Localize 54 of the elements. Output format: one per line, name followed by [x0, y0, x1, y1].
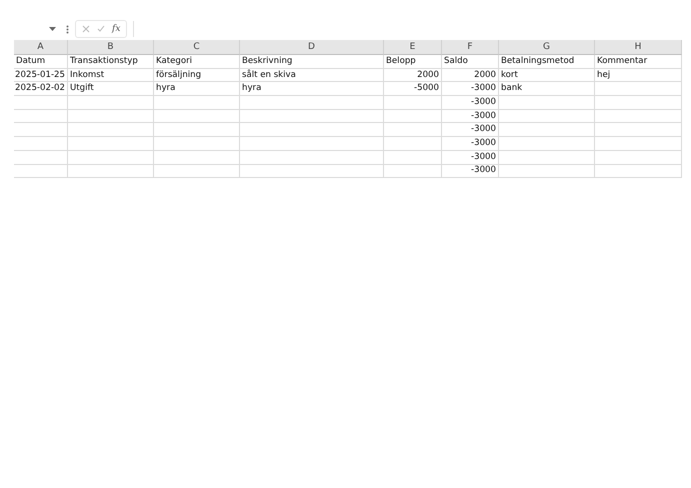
table-cell — [14, 150, 68, 164]
column-header[interactable]: G — [499, 40, 595, 55]
table-cell — [14, 137, 68, 151]
table-cell: -3000 — [442, 110, 499, 124]
table-cell: Transaktionstyp — [68, 55, 154, 69]
table-cell: -3000 — [442, 82, 499, 96]
table-cell: 2000 — [384, 68, 442, 82]
table-cell: -3000 — [442, 164, 499, 178]
insert-function-button[interactable]: fx — [112, 24, 120, 34]
column-header[interactable]: E — [384, 40, 442, 55]
table-cell: 2025-01-25 — [14, 68, 68, 82]
table-cell — [384, 164, 442, 178]
close-icon[interactable] — [82, 25, 90, 33]
table-cell: 2025-02-02 — [14, 82, 68, 96]
table-cell: kort — [499, 68, 595, 82]
table-cell: -5000 — [384, 82, 442, 96]
table-cell: Datum — [14, 55, 68, 69]
table-cell: Inkomst — [68, 68, 154, 82]
table-cell: Beskrivning — [240, 55, 384, 69]
table-cell — [14, 96, 68, 110]
table-cell: -3000 — [442, 150, 499, 164]
table-cell: -3000 — [442, 123, 499, 138]
table-cell: -3000 — [442, 96, 499, 110]
table-cell — [384, 150, 442, 164]
table-cell — [384, 123, 442, 138]
column-header[interactable]: C — [154, 40, 240, 55]
column-header[interactable]: A — [14, 40, 68, 55]
table-cell: Kommentar — [595, 55, 682, 69]
table-cell: 2000 — [442, 68, 499, 82]
table-cell — [14, 123, 68, 138]
table-cell — [384, 137, 442, 151]
table-cell: försäljning — [154, 68, 240, 82]
column-header[interactable]: B — [68, 40, 154, 55]
table-cell — [384, 96, 442, 110]
table-cell: bank — [499, 82, 595, 96]
table-cell: Belopp — [384, 55, 442, 69]
table-cell: hyra — [154, 82, 240, 96]
column-header[interactable]: H — [595, 40, 682, 55]
table-cell: Kategori — [154, 55, 240, 69]
table-cell — [14, 164, 68, 178]
table-cell — [384, 110, 442, 124]
column-header[interactable]: F — [442, 40, 499, 55]
table-cell: Saldo — [442, 55, 499, 69]
column-header[interactable]: D — [240, 40, 384, 55]
table-cell: hyra — [240, 82, 384, 96]
check-icon[interactable] — [97, 25, 105, 33]
table-cell: -3000 — [442, 137, 499, 151]
table-cell: Betalningsmetod — [499, 55, 595, 69]
caret-icon — [49, 27, 56, 31]
table-cell: sålt en skiva — [240, 68, 384, 82]
table-cell — [14, 110, 68, 124]
table-cell: hej — [595, 68, 682, 82]
more-icon[interactable] — [66, 24, 69, 34]
table-cell: Utgift — [68, 82, 154, 96]
